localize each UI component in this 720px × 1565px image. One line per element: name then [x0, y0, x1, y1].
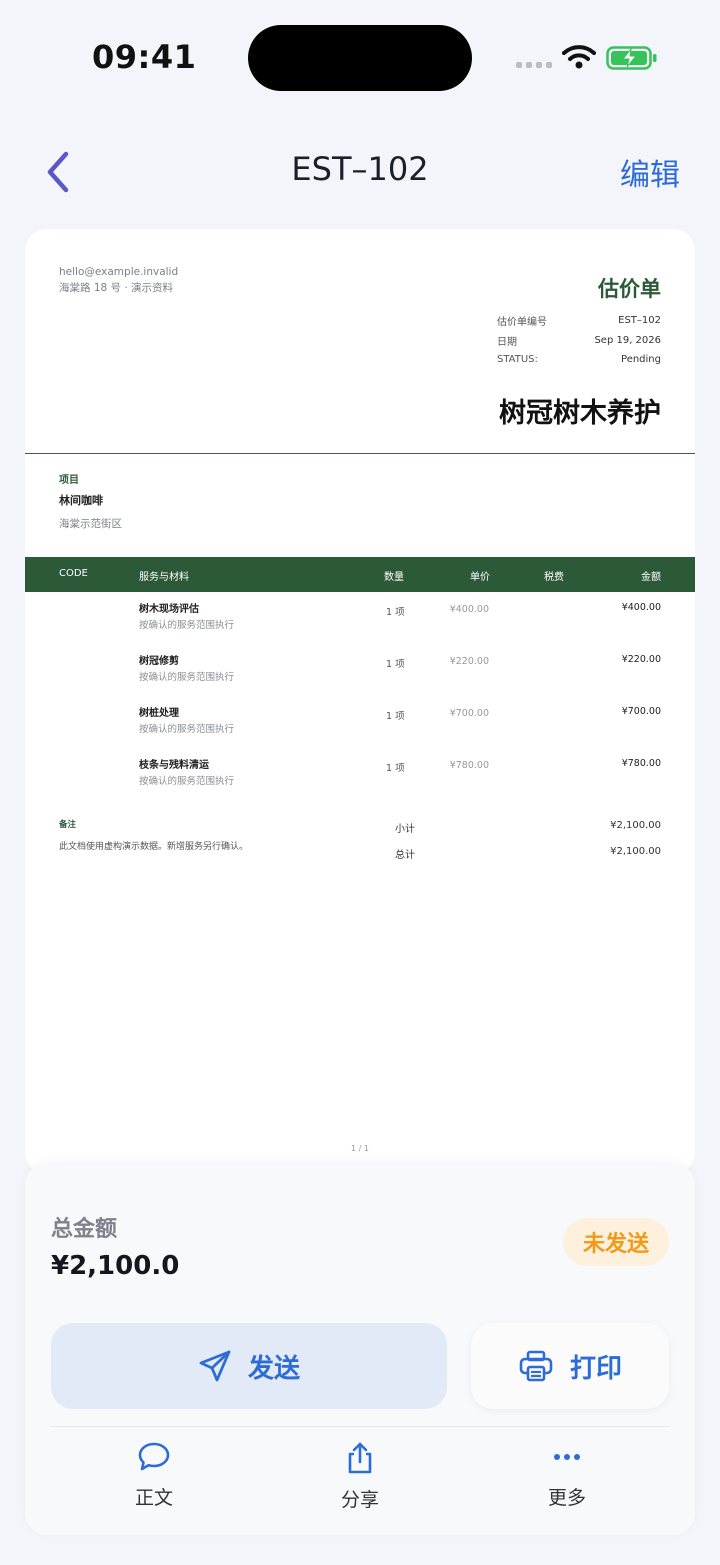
subtotal-label: 小计	[395, 824, 415, 835]
item-price: ¥780.00	[449, 760, 489, 771]
company-name: 树冠树木养护	[499, 398, 661, 429]
col-item: 服务与材料	[139, 572, 189, 583]
item-name: 树木现场评估	[139, 604, 199, 615]
subtotal-row: 小计 ¥2,100.00	[395, 820, 661, 835]
meta-value: Sep 19, 2026	[594, 334, 661, 346]
action-panel: 总金额 ¥2,100.0 未发送 发送 打印 正文 分享 更多	[25, 1163, 695, 1535]
status-time: 09:41	[92, 38, 197, 76]
page-title: EST–102	[291, 150, 429, 188]
contact-block: hello@example.invalid 海棠路 18 号 · 演示资料	[59, 264, 178, 296]
table-row: 树木现场评估 按确认的服务范围执行 1 项 ¥400.00 ¥400.00	[25, 599, 695, 651]
battery-charging-icon	[606, 46, 657, 70]
item-amount: ¥220.00	[621, 654, 661, 665]
item-amount: ¥780.00	[621, 758, 661, 769]
project-client: 林间咖啡	[59, 494, 103, 507]
tab-more[interactable]: 更多	[507, 1441, 627, 1510]
edit-button[interactable]: 编辑	[620, 150, 680, 194]
chat-bubble-icon	[138, 1442, 170, 1471]
dynamic-island	[248, 25, 472, 91]
item-price: ¥400.00	[449, 604, 489, 615]
signal-dots-icon	[516, 62, 552, 68]
item-desc: 按确认的服务范围执行	[139, 620, 235, 631]
document-type: 估价单	[598, 277, 661, 301]
notes-label: 备注	[59, 820, 77, 830]
header-divider	[25, 453, 695, 454]
subtotal-value: ¥2,100.00	[610, 820, 661, 831]
table-row: 树桩处理 按确认的服务范围执行 1 项 ¥700.00 ¥700.00	[25, 703, 695, 755]
print-button[interactable]: 打印	[471, 1323, 669, 1409]
items-table: 树木现场评估 按确认的服务范围执行 1 项 ¥400.00 ¥400.00 树冠…	[25, 599, 695, 807]
more-icon	[554, 1454, 580, 1460]
col-tax: 税费	[544, 572, 564, 583]
wifi-icon	[562, 45, 596, 69]
estimate-document: hello@example.invalid 海棠路 18 号 · 演示资料 估价…	[25, 229, 695, 1174]
items-table-header: CODE 服务与材料 数量 单价 税费 金额	[25, 557, 695, 592]
item-price: ¥220.00	[449, 656, 489, 667]
page-number: 1 / 1	[351, 1144, 369, 1153]
col-code: CODE	[59, 568, 88, 579]
item-name: 树冠修剪	[139, 656, 179, 667]
meta-row: STATUS: Pending	[497, 350, 661, 370]
contact-email: hello@example.invalid	[59, 266, 179, 278]
item-qty: 1 项	[386, 659, 405, 670]
table-row: 枝条与残料清运 按确认的服务范围执行 1 项 ¥780.00 ¥780.00	[25, 755, 695, 807]
meta-label: 估价单编号	[497, 317, 547, 329]
tab-more-label: 更多	[547, 1487, 586, 1509]
tab-share[interactable]: 分享	[300, 1441, 420, 1512]
tab-share-label: 分享	[340, 1489, 379, 1511]
col-amount: 金额	[641, 572, 661, 583]
item-name: 枝条与残料清运	[139, 760, 209, 771]
paper-plane-icon	[199, 1350, 231, 1382]
summary-total-label: 总金额	[51, 1217, 118, 1242]
total-value: ¥2,100.00	[610, 846, 661, 857]
send-label: 发送	[247, 1353, 300, 1384]
item-name: 树桩处理	[139, 708, 179, 719]
item-qty: 1 项	[386, 763, 405, 774]
col-price: 单价	[470, 572, 490, 583]
meta-value: EST–102	[618, 315, 661, 327]
meta-row: 估价单编号 EST–102	[497, 311, 661, 331]
printer-icon	[519, 1350, 553, 1382]
contact-address: 海棠路 18 号 · 演示资料	[59, 282, 174, 294]
item-desc: 按确认的服务范围执行	[139, 776, 235, 787]
notes-text: 此文档使用虚构演示数据。新增服务另行确认。	[59, 842, 249, 852]
tab-body[interactable]: 正文	[94, 1441, 214, 1510]
summary-total-value: ¥2,100.0	[51, 1251, 180, 1281]
meta-value: Pending	[621, 354, 661, 366]
item-qty: 1 项	[386, 711, 405, 722]
total-label: 总计	[395, 850, 415, 861]
tab-body-label: 正文	[134, 1487, 173, 1509]
send-button[interactable]: 发送	[51, 1323, 447, 1409]
item-amount: ¥700.00	[621, 706, 661, 717]
item-qty: 1 项	[386, 607, 405, 618]
project-address: 海棠示范街区	[59, 518, 122, 530]
item-desc: 按确认的服务范围执行	[139, 724, 235, 735]
total-row: 总计 ¥2,100.00	[395, 846, 661, 861]
status-badge: 未发送	[563, 1218, 669, 1266]
item-amount: ¥400.00	[621, 602, 661, 613]
document-meta: 估价单编号 EST–102 日期 Sep 19, 2026 STATUS: Pendi…	[497, 311, 661, 370]
meta-label: STATUS:	[497, 354, 538, 366]
table-row: 树冠修剪 按确认的服务范围执行 1 项 ¥220.00 ¥220.00	[25, 651, 695, 703]
item-desc: 按确认的服务范围执行	[139, 672, 235, 683]
share-icon	[348, 1442, 372, 1474]
col-qty: 数量	[384, 572, 404, 583]
project-label: 项目	[59, 475, 79, 486]
item-price: ¥700.00	[449, 708, 489, 719]
meta-row: 日期 Sep 19, 2026	[497, 331, 661, 351]
panel-divider	[51, 1426, 669, 1427]
meta-label: 日期	[497, 336, 517, 348]
print-label: 打印	[569, 1353, 622, 1384]
